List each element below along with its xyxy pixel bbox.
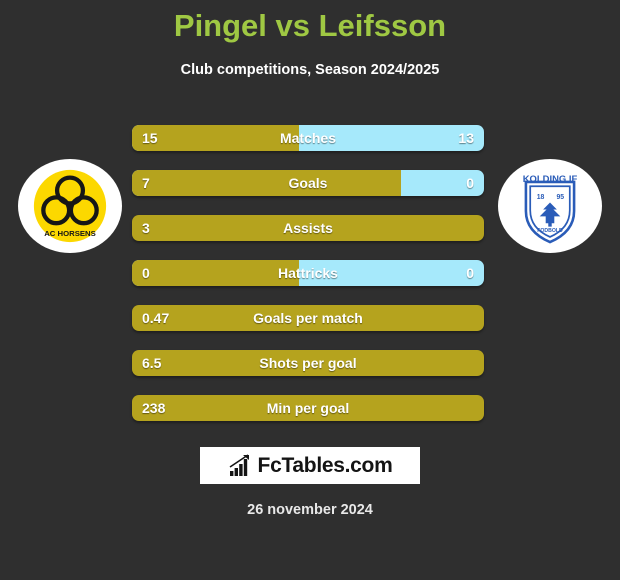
stat-row: 0 0 Hattricks — [132, 260, 484, 305]
team-logo-right: KOLDING IF 18 95 FODBOLD — [498, 159, 602, 253]
stat-row: 7 0 Goals — [132, 170, 484, 215]
svg-text:KOLDING IF: KOLDING IF — [523, 174, 578, 185]
page-subtitle: Club competitions, Season 2024/2025 — [180, 62, 440, 78]
stat-row: 3 Assists — [132, 215, 484, 260]
stat-value-left: 0.47 — [142, 310, 170, 326]
stat-bar-assists: 3 Assists — [132, 215, 484, 241]
stat-label: Min per goal — [266, 400, 350, 416]
stat-value-right: 0 — [466, 175, 474, 191]
stat-label: Shots per goal — [259, 355, 357, 371]
ac-horsens-crest-icon: AC HORSENS — [29, 165, 111, 247]
stat-bar-shots-per-goal: 6.5 Shots per goal — [132, 350, 484, 376]
stat-row: 15 13 Matches — [132, 125, 484, 170]
svg-text:FODBOLD: FODBOLD — [537, 228, 563, 234]
stat-value-left: 7 — [142, 175, 150, 191]
stat-bar-hattricks: 0 0 Hattricks — [132, 260, 484, 286]
stat-bar-min-per-goal: 238 Min per goal — [132, 395, 484, 421]
bar-chart-trend-icon — [229, 453, 249, 476]
stat-row: 0.47 Goals per match — [132, 305, 484, 350]
stat-value-left: 15 — [142, 130, 158, 146]
bar-left-fill — [132, 260, 300, 286]
svg-text:AC HORSENS: AC HORSENS — [44, 229, 96, 238]
date-label: 26 november 2024 — [247, 502, 373, 518]
page-title: Pingel vs Leifsson — [173, 8, 447, 43]
svg-text:18: 18 — [537, 194, 545, 201]
stat-row: 238 Min per goal — [132, 395, 484, 440]
stat-value-left: 3 — [142, 220, 150, 236]
stat-label: Goals per match — [253, 310, 363, 326]
bar-left-fill — [132, 170, 402, 196]
stat-bar-matches: 15 13 Matches — [132, 125, 484, 151]
stats-list: 15 13 Matches 7 0 Goals 3 Assists 0 0 Ha… — [132, 125, 484, 440]
kolding-if-crest-icon: KOLDING IF 18 95 FODBOLD — [509, 165, 591, 247]
brand-text: FcTables.com — [257, 453, 393, 477]
stat-value-left: 6.5 — [142, 355, 162, 371]
stat-value-left: 0 — [142, 265, 150, 281]
team-logo-left: AC HORSENS — [18, 159, 122, 253]
stat-bar-goals: 7 0 Goals — [132, 170, 484, 196]
stat-row: 6.5 Shots per goal — [132, 350, 484, 395]
stat-bar-goals-per-match: 0.47 Goals per match — [132, 305, 484, 331]
stat-value-left: 238 — [142, 400, 166, 416]
comparison-infographic: Pingel vs Leifsson Club competitions, Se… — [0, 0, 620, 580]
stat-label: Assists — [283, 220, 333, 236]
stat-value-right: 13 — [458, 130, 474, 146]
stat-value-right: 0 — [466, 265, 474, 281]
svg-text:95: 95 — [556, 194, 564, 201]
fctables-brand[interactable]: FcTables.com — [200, 447, 420, 484]
